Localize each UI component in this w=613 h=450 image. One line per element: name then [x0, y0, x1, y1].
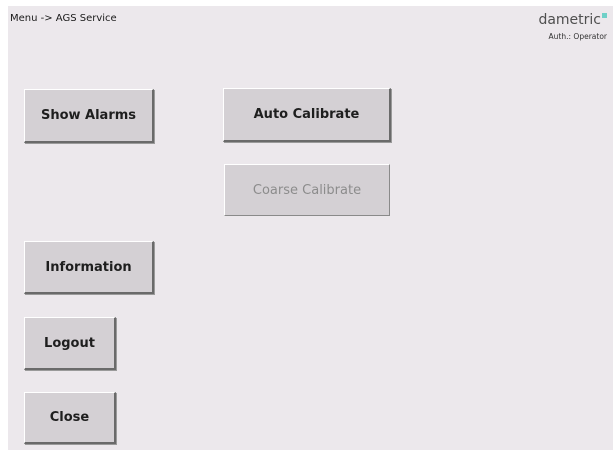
show-alarms-button[interactable]: Show Alarms [24, 89, 154, 143]
ags-service-screen: Menu -> AGS Service dametric Auth.: Oper… [8, 6, 613, 450]
auto-calibrate-button[interactable]: Auto Calibrate [223, 88, 391, 142]
auth-status: Auth.: Operator [548, 32, 607, 41]
close-button[interactable]: Close [24, 392, 116, 444]
breadcrumb: Menu -> AGS Service [10, 13, 117, 24]
coarse-calibrate-button: Coarse Calibrate [224, 164, 390, 216]
logout-button[interactable]: Logout [24, 317, 116, 370]
brand-area: dametric Auth.: Operator [538, 12, 607, 41]
information-button[interactable]: Information [24, 241, 154, 294]
brand-name: dametric [538, 12, 601, 28]
brand-logo: dametric [538, 12, 607, 28]
brand-accent-square [602, 13, 607, 18]
